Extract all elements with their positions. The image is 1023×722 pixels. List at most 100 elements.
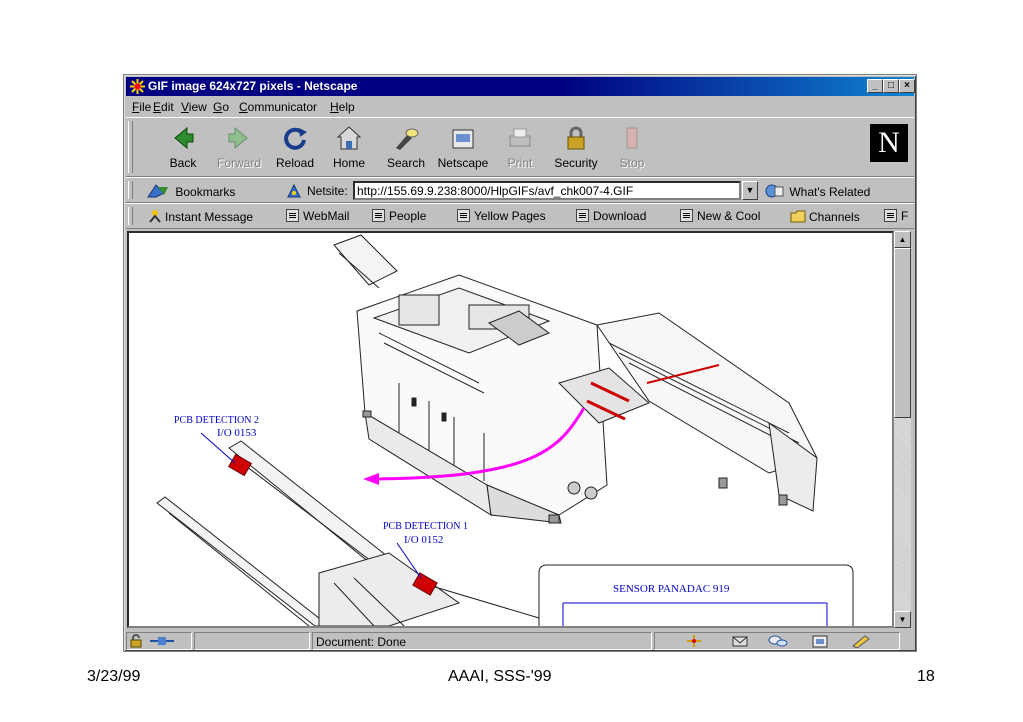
status-progress-panel (194, 632, 310, 650)
search-button[interactable]: Search (376, 124, 436, 174)
new-and-cool-label: New & Cool (697, 209, 761, 223)
back-button[interactable]: Back (153, 124, 213, 174)
whats-related-icon (765, 184, 784, 198)
instant-message-button[interactable]: Instant Message (148, 209, 253, 224)
pcb-detection-2-io: I/O 0153 (217, 427, 257, 439)
padlock-icon (567, 126, 585, 150)
stop-label: Stop (619, 156, 645, 170)
people-button[interactable]: People (372, 209, 426, 223)
netsite-label: Netsite: (307, 184, 348, 198)
menu-file[interactable]: File (132, 100, 151, 114)
forward-label: Forward (216, 156, 261, 170)
title-bar: GIF image 624x727 pixels - Netscape _ □ … (126, 77, 915, 96)
print-label: Print (507, 156, 533, 170)
channels-label: Channels (809, 210, 860, 224)
vertical-scrollbar[interactable]: ▲ ▼ (894, 231, 911, 628)
security-lock-icon[interactable] (129, 634, 145, 648)
forward-arrow-icon (228, 126, 248, 150)
bookmark-page-icon (680, 209, 693, 222)
footer-conference: AAAI, SSS-'99 (448, 668, 552, 685)
toolbar-grip[interactable] (128, 207, 133, 225)
pencil-edit-icon[interactable] (851, 634, 871, 648)
personal-toolbar: Instant Message WebMail People Yellow Pa… (126, 203, 914, 229)
menu-go[interactable]: Go (213, 100, 229, 114)
component-bar (654, 632, 900, 650)
overflow-bookmark-button[interactable]: F (884, 209, 908, 223)
footer-page-number: 18 (917, 668, 935, 685)
status-bar: Document: Done (126, 631, 914, 651)
url-dropdown-button[interactable]: ▼ (742, 181, 758, 200)
webmail-button[interactable]: WebMail (286, 209, 349, 223)
yellow-pages-button[interactable]: Yellow Pages (457, 209, 546, 223)
back-arrow-icon (174, 126, 194, 150)
location-toolbar: Bookmarks Netsite: ▼ What's Related (126, 177, 914, 203)
download-label: Download (593, 209, 647, 223)
toolbar-grip[interactable] (128, 121, 133, 173)
reload-button[interactable]: Reload (265, 124, 325, 174)
sensor-callout-box (538, 564, 854, 626)
home-button[interactable]: Home (319, 124, 379, 174)
page-proxy-icon[interactable] (286, 183, 302, 199)
pcb-detection-1-title: PCB DETECTION 1 (383, 521, 468, 532)
minimize-button[interactable]: _ (867, 79, 883, 93)
footer-date: 3/23/99 (87, 668, 141, 685)
page-content-area: PCB DETECTION 2 I/O 0153 PCB DETECTION 1… (127, 231, 894, 628)
browser-window: GIF image 624x727 pixels - Netscape _ □ … (123, 74, 917, 652)
instant-message-label: Instant Message (165, 210, 254, 224)
my-netscape-icon (452, 129, 474, 149)
maximize-button[interactable]: □ (883, 79, 899, 93)
whats-related-button[interactable]: What's Related (764, 183, 870, 199)
scroll-thumb[interactable] (894, 248, 911, 418)
netscape-button[interactable]: Netscape (433, 124, 493, 174)
discussions-icon[interactable] (767, 634, 789, 648)
menu-bar: File Edit View Go Communicator Help (126, 97, 914, 117)
composer-icon[interactable] (811, 634, 829, 648)
scroll-up-button[interactable]: ▲ (894, 231, 911, 248)
forward-button[interactable]: Forward (209, 124, 269, 174)
search-flashlight-icon (396, 128, 419, 150)
bookmark-page-icon (286, 209, 299, 222)
url-input[interactable] (353, 181, 741, 200)
printer-icon (509, 128, 531, 147)
bookmark-page-icon (372, 209, 385, 222)
search-label: Search (386, 156, 426, 170)
print-button[interactable]: Print (490, 124, 550, 174)
pcb-detection-2-title: PCB DETECTION 2 (174, 415, 259, 426)
netscape-label: Netscape (437, 156, 489, 170)
status-message: Document: Done (316, 635, 407, 649)
menu-communicator[interactable]: Communicator (239, 100, 317, 114)
netscape-app-icon (130, 79, 145, 94)
stop-button[interactable]: Stop (602, 124, 662, 174)
bookmark-page-icon (576, 209, 589, 222)
close-button[interactable]: × (899, 79, 915, 93)
flow-arrowhead (363, 473, 379, 485)
security-button[interactable]: Security (546, 124, 606, 174)
bookmarks-label: Bookmarks (175, 185, 236, 199)
stop-icon (626, 127, 638, 149)
channels-button[interactable]: Channels (790, 209, 860, 224)
machine-diagram-image: PCB DETECTION 2 I/O 0153 PCB DETECTION 1… (156, 234, 854, 626)
status-security-panel (126, 632, 192, 650)
overflow-bookmark-label: F (901, 209, 909, 223)
navigation-toolbar: Back Forward Reload Home Search Netscape… (126, 117, 914, 177)
sensor-panadac-label: SENSOR PANADAC 919 (613, 583, 730, 595)
navigator-icon[interactable] (685, 634, 703, 648)
bookmarks-button[interactable]: Bookmarks (146, 183, 235, 199)
bookmark-page-icon (884, 209, 897, 222)
download-button[interactable]: Download (576, 209, 646, 223)
new-and-cool-button[interactable]: New & Cool (680, 209, 760, 223)
reload-label: Reload (275, 156, 315, 170)
connection-plug-icon[interactable] (149, 634, 175, 648)
toolbar-grip[interactable] (128, 181, 133, 199)
menu-view[interactable]: View (181, 100, 207, 114)
pcb-detection-1-io: I/O 0152 (404, 534, 443, 546)
home-icon (336, 126, 362, 150)
menu-edit[interactable]: Edit (153, 100, 174, 114)
scroll-down-button[interactable]: ▼ (894, 611, 911, 628)
window-title: GIF image 624x727 pixels - Netscape (148, 79, 358, 93)
mail-icon[interactable] (731, 634, 749, 648)
netscape-logo[interactable]: N (870, 124, 908, 162)
bookmarks-icon (147, 184, 168, 198)
status-message-panel: Document: Done (312, 632, 652, 650)
menu-help[interactable]: Help (330, 100, 355, 114)
